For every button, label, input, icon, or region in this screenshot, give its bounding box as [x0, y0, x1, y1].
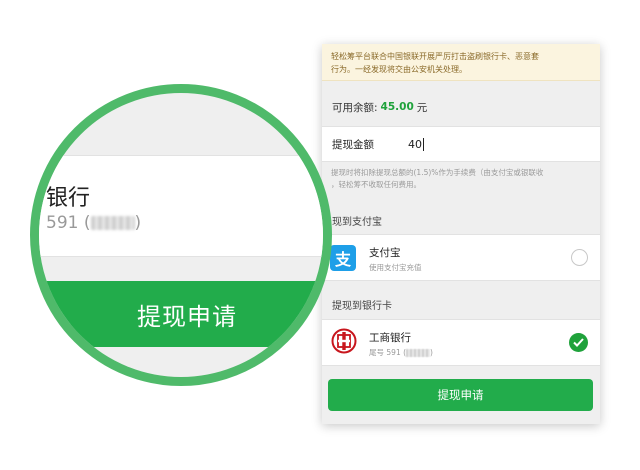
alipay-subtitle: 使用支付宝充值	[369, 263, 422, 272]
alipay-radio[interactable]	[571, 249, 588, 266]
balance-label: 可用余额:	[332, 101, 378, 114]
alipay-name: 支付宝	[369, 247, 401, 259]
magnified-tail-suffix: 1	[67, 213, 79, 233]
magnifier-circle: 银行 591 () 提现申请	[30, 84, 332, 386]
blurred-account-name	[406, 349, 431, 357]
fraud-warning-banner: 轻松筹平台联合中国银联开展严厉打击盗刷银行卡、恶意套 行为。一经发现将交由公安机…	[322, 44, 600, 81]
balance-unit: 元	[416, 101, 428, 114]
bank-checked-icon[interactable]	[569, 333, 588, 352]
checkmark-icon	[573, 338, 584, 347]
bank-tail-number: 尾号 591 ()	[369, 348, 433, 357]
fee-note-line-1: 提现时将扣除提现总额的(1.5)%作为手续费（由支付宝或银联收	[331, 168, 544, 177]
alipay-option[interactable]: 支 支付宝 使用支付宝充值	[322, 234, 600, 281]
magnified-blurred-name	[90, 216, 135, 230]
withdraw-amount-field[interactable]: 提现金额 40	[322, 126, 600, 162]
fee-note: 提现时将扣除提现总额的(1.5)%作为手续费（由支付宝或银联收 ，轻松筹不收取任…	[322, 164, 600, 200]
icbc-icon	[331, 328, 357, 354]
withdraw-screen: 轻松筹平台联合中国银联开展严厉打击盗刷银行卡、恶意套 行为。一经发现将交由公安机…	[322, 44, 600, 424]
alipay-icon: 支	[330, 245, 356, 271]
bank-tail-suffix: 1	[395, 348, 401, 357]
text-cursor	[423, 137, 424, 151]
withdraw-amount-input[interactable]: 40	[408, 138, 422, 151]
available-balance: 可用余额: 45.00 元	[322, 90, 600, 124]
bank-name: 工商银行	[369, 332, 411, 344]
warning-line-1: 轻松筹平台联合中国银联开展严厉打击盗刷银行卡、恶意套	[331, 52, 539, 61]
warning-line-2: 行为。一经发现将交由公安机关处理。	[331, 65, 467, 74]
balance-amount: 45.00	[380, 101, 414, 113]
fee-note-line-2: ，轻松筹不收取任何费用。	[331, 180, 421, 189]
withdraw-amount-label: 提现金额	[332, 138, 374, 151]
magnified-tail-number: 591 ()	[46, 213, 142, 233]
magnified-bank-name: 银行	[46, 186, 91, 211]
magnified-tail-digits: 59	[46, 213, 68, 233]
magnified-bank-card: 银行 591 ()	[39, 155, 323, 257]
bank-tail-prefix: 尾号 59	[369, 348, 396, 357]
bank-card-option[interactable]: 工商银行 尾号 591 ()	[322, 319, 600, 366]
submit-withdraw-button[interactable]: 提现申请	[328, 379, 593, 411]
magnified-submit-button: 提现申请	[39, 281, 323, 347]
alipay-section-title: 现到支付宝	[332, 216, 382, 228]
bank-section-title: 提现到银行卡	[332, 300, 392, 312]
